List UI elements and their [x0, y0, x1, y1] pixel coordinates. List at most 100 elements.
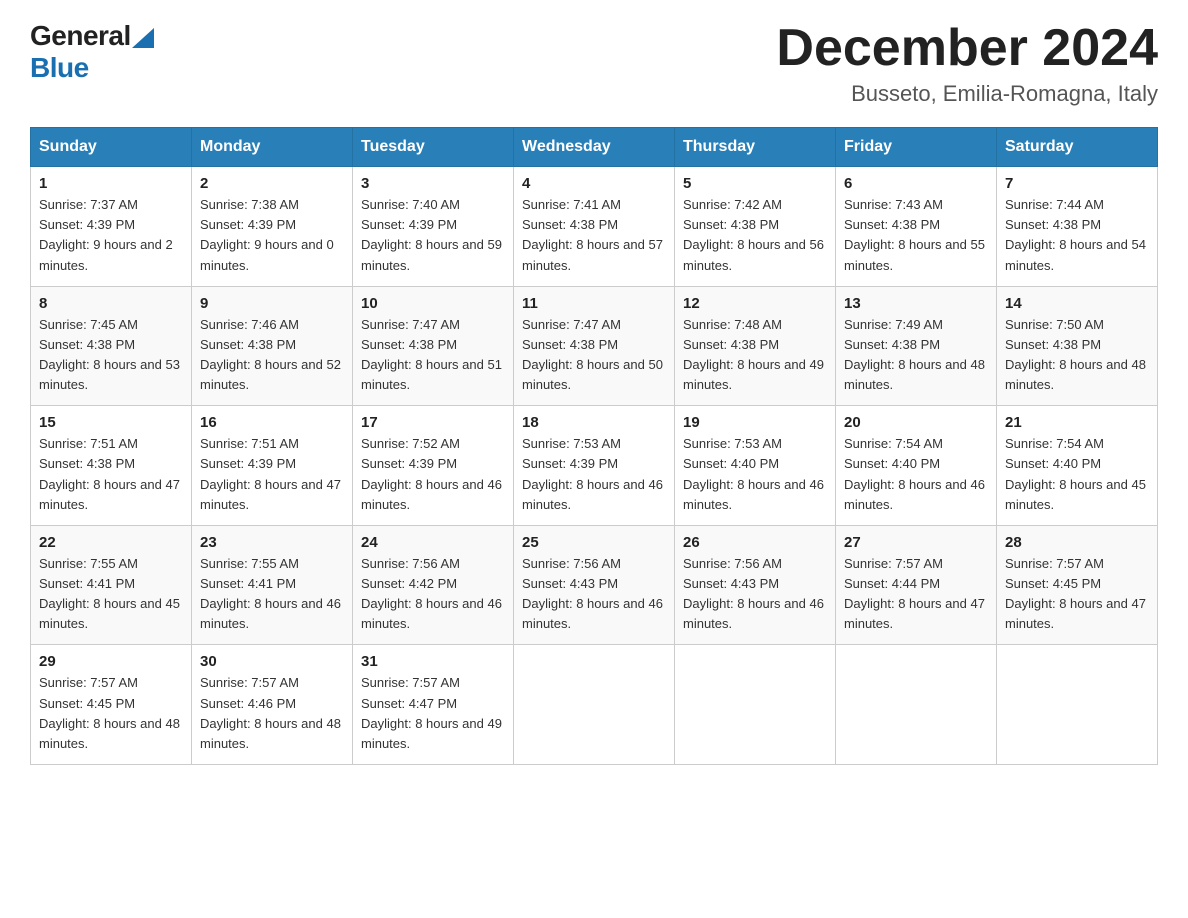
day-info: Sunrise: 7:49 AMSunset: 4:38 PMDaylight:…: [844, 315, 988, 396]
calendar-cell: 8 Sunrise: 7:45 AMSunset: 4:38 PMDaylight…: [31, 286, 192, 406]
day-info: Sunrise: 7:55 AMSunset: 4:41 PMDaylight:…: [39, 554, 183, 635]
day-number: 22: [39, 534, 183, 551]
calendar-cell: [514, 645, 675, 765]
logo-blue-text: Blue: [30, 52, 89, 83]
calendar-cell: 1 Sunrise: 7:37 AMSunset: 4:39 PMDaylight…: [31, 167, 192, 287]
day-number: 13: [844, 295, 988, 312]
calendar-table: SundayMondayTuesdayWednesdayThursdayFrid…: [30, 127, 1158, 765]
calendar-cell: 13 Sunrise: 7:49 AMSunset: 4:38 PMDayligh…: [836, 286, 997, 406]
day-info: Sunrise: 7:45 AMSunset: 4:38 PMDaylight:…: [39, 315, 183, 396]
day-number: 25: [522, 534, 666, 551]
weekday-header-wednesday: Wednesday: [514, 128, 675, 167]
day-number: 30: [200, 653, 344, 670]
calendar-cell: 26Sunrise: 7:56 AMSunset: 4:43 PMDayligh…: [675, 525, 836, 645]
day-info: Sunrise: 7:56 AMSunset: 4:43 PMDaylight:…: [683, 554, 827, 635]
day-info: Sunrise: 7:55 AMSunset: 4:41 PMDaylight:…: [200, 554, 344, 635]
day-info: Sunrise: 7:43 AMSunset: 4:38 PMDaylight:…: [844, 195, 988, 276]
calendar-cell: 25 Sunrise: 7:56 AMSunset: 4:43 PMDayligh…: [514, 525, 675, 645]
calendar-cell: 23 Sunrise: 7:55 AMSunset: 4:41 PMDayligh…: [192, 525, 353, 645]
logo: General Blue: [30, 20, 155, 84]
location-subtitle: Busseto, Emilia-Romagna, Italy: [776, 81, 1158, 107]
month-year-title: December 2024: [776, 20, 1158, 77]
calendar-cell: 20Sunrise: 7:54 AMSunset: 4:40 PMDayligh…: [836, 406, 997, 526]
day-info: Sunrise: 7:44 AMSunset: 4:38 PMDaylight:…: [1005, 195, 1149, 276]
day-number: 19: [683, 414, 827, 431]
day-info: Sunrise: 7:37 AMSunset: 4:39 PMDaylight:…: [39, 195, 183, 276]
day-info: Sunrise: 7:56 AMSunset: 4:43 PMDaylight:…: [522, 554, 666, 635]
calendar-week-row: 15 Sunrise: 7:51 AMSunset: 4:38 PMDayligh…: [31, 406, 1158, 526]
day-info: Sunrise: 7:41 AMSunset: 4:38 PMDaylight:…: [522, 195, 666, 276]
calendar-cell: 9 Sunrise: 7:46 AMSunset: 4:38 PMDaylight…: [192, 286, 353, 406]
day-number: 14: [1005, 295, 1149, 312]
calendar-cell: 10Sunrise: 7:47 AMSunset: 4:38 PMDayligh…: [353, 286, 514, 406]
day-number: 24: [361, 534, 505, 551]
day-info: Sunrise: 7:50 AMSunset: 4:38 PMDaylight:…: [1005, 315, 1149, 396]
day-number: 11: [522, 295, 666, 312]
calendar-week-row: 29 Sunrise: 7:57 AMSunset: 4:45 PMDayligh…: [31, 645, 1158, 765]
weekday-header-sunday: Sunday: [31, 128, 192, 167]
calendar-cell: 2 Sunrise: 7:38 AMSunset: 4:39 PMDaylight…: [192, 167, 353, 287]
calendar-cell: 21 Sunrise: 7:54 AMSunset: 4:40 PMDayligh…: [997, 406, 1158, 526]
day-number: 31: [361, 653, 505, 670]
day-number: 17: [361, 414, 505, 431]
calendar-cell: 14 Sunrise: 7:50 AMSunset: 4:38 PMDayligh…: [997, 286, 1158, 406]
day-info: Sunrise: 7:54 AMSunset: 4:40 PMDaylight:…: [1005, 434, 1149, 515]
calendar-cell: 19Sunrise: 7:53 AMSunset: 4:40 PMDayligh…: [675, 406, 836, 526]
day-info: Sunrise: 7:48 AMSunset: 4:38 PMDaylight:…: [683, 315, 827, 396]
calendar-cell: 29 Sunrise: 7:57 AMSunset: 4:45 PMDayligh…: [31, 645, 192, 765]
weekday-header-friday: Friday: [836, 128, 997, 167]
day-number: 21: [1005, 414, 1149, 431]
day-info: Sunrise: 7:42 AMSunset: 4:38 PMDaylight:…: [683, 195, 827, 276]
day-info: Sunrise: 7:53 AMSunset: 4:39 PMDaylight:…: [522, 434, 666, 515]
calendar-cell: 17 Sunrise: 7:52 AMSunset: 4:39 PMDayligh…: [353, 406, 514, 526]
calendar-cell: 11 Sunrise: 7:47 AMSunset: 4:38 PMDayligh…: [514, 286, 675, 406]
day-info: Sunrise: 7:51 AMSunset: 4:39 PMDaylight:…: [200, 434, 344, 515]
weekday-header-monday: Monday: [192, 128, 353, 167]
day-info: Sunrise: 7:47 AMSunset: 4:38 PMDaylight:…: [522, 315, 666, 396]
day-number: 3: [361, 175, 505, 192]
day-number: 28: [1005, 534, 1149, 551]
calendar-week-row: 22 Sunrise: 7:55 AMSunset: 4:41 PMDayligh…: [31, 525, 1158, 645]
calendar-cell: 4Sunrise: 7:41 AMSunset: 4:38 PMDaylight…: [514, 167, 675, 287]
calendar-cell: 12 Sunrise: 7:48 AMSunset: 4:38 PMDayligh…: [675, 286, 836, 406]
day-info: Sunrise: 7:56 AMSunset: 4:42 PMDaylight:…: [361, 554, 505, 635]
calendar-cell: 3Sunrise: 7:40 AMSunset: 4:39 PMDaylight…: [353, 167, 514, 287]
day-info: Sunrise: 7:38 AMSunset: 4:39 PMDaylight:…: [200, 195, 344, 276]
day-number: 12: [683, 295, 827, 312]
calendar-cell: [997, 645, 1158, 765]
day-info: Sunrise: 7:57 AMSunset: 4:45 PMDaylight:…: [1005, 554, 1149, 635]
calendar-cell: 18 Sunrise: 7:53 AMSunset: 4:39 PMDayligh…: [514, 406, 675, 526]
day-info: Sunrise: 7:51 AMSunset: 4:38 PMDaylight:…: [39, 434, 183, 515]
day-number: 16: [200, 414, 344, 431]
logo-general-text: General: [30, 20, 131, 52]
day-info: Sunrise: 7:52 AMSunset: 4:39 PMDaylight:…: [361, 434, 505, 515]
day-info: Sunrise: 7:57 AMSunset: 4:45 PMDaylight:…: [39, 673, 183, 754]
calendar-cell: [675, 645, 836, 765]
weekday-header-tuesday: Tuesday: [353, 128, 514, 167]
calendar-cell: 15 Sunrise: 7:51 AMSunset: 4:38 PMDayligh…: [31, 406, 192, 526]
calendar-cell: 16 Sunrise: 7:51 AMSunset: 4:39 PMDayligh…: [192, 406, 353, 526]
calendar-cell: 31 Sunrise: 7:57 AMSunset: 4:47 PMDayligh…: [353, 645, 514, 765]
calendar-cell: 6Sunrise: 7:43 AMSunset: 4:38 PMDaylight…: [836, 167, 997, 287]
calendar-week-row: 1 Sunrise: 7:37 AMSunset: 4:39 PMDaylight…: [31, 167, 1158, 287]
day-number: 29: [39, 653, 183, 670]
weekday-header-row: SundayMondayTuesdayWednesdayThursdayFrid…: [31, 128, 1158, 167]
day-number: 18: [522, 414, 666, 431]
day-number: 10: [361, 295, 505, 312]
calendar-cell: 30 Sunrise: 7:57 AMSunset: 4:46 PMDayligh…: [192, 645, 353, 765]
day-info: Sunrise: 7:57 AMSunset: 4:47 PMDaylight:…: [361, 673, 505, 754]
day-number: 15: [39, 414, 183, 431]
day-info: Sunrise: 7:46 AMSunset: 4:38 PMDaylight:…: [200, 315, 344, 396]
day-number: 8: [39, 295, 183, 312]
calendar-cell: 7 Sunrise: 7:44 AMSunset: 4:38 PMDaylight…: [997, 167, 1158, 287]
day-number: 7: [1005, 175, 1149, 192]
day-number: 23: [200, 534, 344, 551]
day-number: 9: [200, 295, 344, 312]
day-number: 1: [39, 175, 183, 192]
day-info: Sunrise: 7:54 AMSunset: 4:40 PMDaylight:…: [844, 434, 988, 515]
day-info: Sunrise: 7:57 AMSunset: 4:44 PMDaylight:…: [844, 554, 988, 635]
weekday-header-thursday: Thursday: [675, 128, 836, 167]
calendar-cell: [836, 645, 997, 765]
day-number: 2: [200, 175, 344, 192]
day-info: Sunrise: 7:57 AMSunset: 4:46 PMDaylight:…: [200, 673, 344, 754]
